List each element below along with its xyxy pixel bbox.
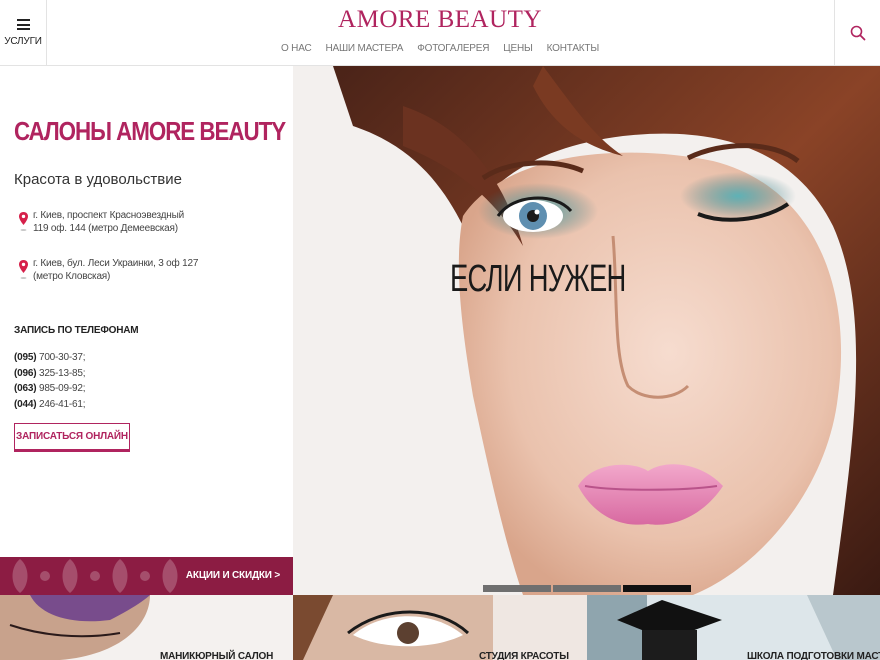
page-title: САЛОНЫ AMORE BEAUTY bbox=[14, 116, 286, 146]
phone-item[interactable]: (095) 700-30-37; bbox=[14, 350, 86, 366]
slider-pagination bbox=[483, 585, 691, 592]
hero-image bbox=[293, 66, 880, 595]
phone-number: 246-41-61; bbox=[38, 398, 86, 410]
slider-dot[interactable] bbox=[483, 585, 551, 592]
slider-dot-active[interactable] bbox=[623, 585, 691, 592]
phone-item[interactable]: (044) 246-41-61; bbox=[14, 397, 86, 413]
hero-caption: ЕСЛИ НУЖЕН bbox=[450, 258, 626, 300]
phone-code: (096) bbox=[14, 367, 37, 379]
card-manicure[interactable]: МАНИКЮРНЫЙ САЛОН bbox=[0, 595, 293, 660]
phones-title: ЗАПИСЬ ПО ТЕЛЕФОНАМ bbox=[14, 325, 139, 336]
search-button[interactable] bbox=[834, 0, 880, 66]
phone-number: 700-30-37; bbox=[38, 352, 86, 363]
map-pin-icon bbox=[19, 212, 28, 231]
nav-item-gallery[interactable]: ФОТОГАЛЕРЕЯ bbox=[417, 43, 489, 54]
card-label: МАНИКЮРНЫЙ САЛОН bbox=[160, 651, 274, 660]
map-pin-icon bbox=[19, 260, 28, 279]
card-beauty-studio[interactable]: СТУДИЯ КРАСОТЫ bbox=[293, 595, 587, 660]
phone-code: (095) bbox=[14, 352, 37, 363]
phone-code: (063) bbox=[14, 383, 37, 394]
service-cards: МАНИКЮРНЫЙ САЛОН СТУДИЯ КРАСОТЫ ШКОЛА ПО… bbox=[0, 595, 880, 660]
promotions-link[interactable]: АКЦИИ И СКИДКИ > bbox=[0, 557, 293, 595]
nav-item-about[interactable]: О НАС bbox=[281, 43, 312, 54]
phone-number: 985-09-92; bbox=[38, 383, 86, 394]
address-item[interactable]: г. Киев, бул. Леси Украинки, 3 оф 127 (м… bbox=[18, 257, 198, 283]
card-school[interactable]: ШКОЛА ПОДГОТОВКИ МАСТЕРОВ bbox=[587, 595, 880, 660]
address-line: г. Киев, проспект Красноэвездный bbox=[33, 210, 184, 221]
address-line: (метро Кловская) bbox=[33, 271, 111, 282]
salon-info-panel: САЛОНЫ AMORE BEAUTY Красота в удовольств… bbox=[0, 66, 293, 557]
phone-list: (095) 700-30-37; (096) 325-13-85; (063) … bbox=[14, 350, 86, 413]
main-nav: О НАС НАШИ МАСТЕРА ФОТОГАЛЕРЕЯ ЦЕНЫ КОНТ… bbox=[0, 43, 880, 54]
phone-number: 325-13-85; bbox=[38, 367, 86, 379]
search-icon bbox=[850, 25, 865, 41]
promotions-label: АКЦИИ И СКИДКИ > bbox=[185, 570, 280, 581]
card-label: СТУДИЯ КРАСОТЫ bbox=[479, 651, 569, 660]
phone-item[interactable]: (096) 325-13-85; bbox=[14, 366, 86, 382]
nav-item-prices[interactable]: ЦЕНЫ bbox=[503, 43, 533, 54]
phone-code: (044) bbox=[14, 398, 37, 410]
book-online-button[interactable]: ЗАПИСАТЬСЯ ОНЛАЙН bbox=[14, 423, 130, 452]
address-item[interactable]: г. Киев, проспект Красноэвездный 119 оф.… bbox=[18, 209, 184, 235]
slider-dot[interactable] bbox=[553, 585, 621, 592]
phone-item[interactable]: (063) 985-09-92; bbox=[14, 381, 86, 397]
site-logo[interactable]: AMORE BEAUTY bbox=[0, 6, 880, 34]
address-line: г. Киев, бул. Леси Украинки, 3 оф 127 bbox=[33, 258, 199, 269]
tagline: Красота в удовольствие bbox=[14, 171, 182, 188]
site-header: УСЛУГИ AMORE BEAUTY О НАС НАШИ МАСТЕРА Ф… bbox=[0, 0, 880, 66]
card-label: ШКОЛА ПОДГОТОВКИ МАСТЕРОВ bbox=[747, 651, 880, 660]
hero-slider[interactable]: ЕСЛИ НУЖЕН bbox=[293, 66, 880, 595]
nav-item-contacts[interactable]: КОНТАКТЫ bbox=[547, 43, 600, 54]
address-line: 119 оф. 144 (метро Демеевская) bbox=[33, 223, 178, 234]
nav-item-masters[interactable]: НАШИ МАСТЕРА bbox=[325, 43, 403, 54]
